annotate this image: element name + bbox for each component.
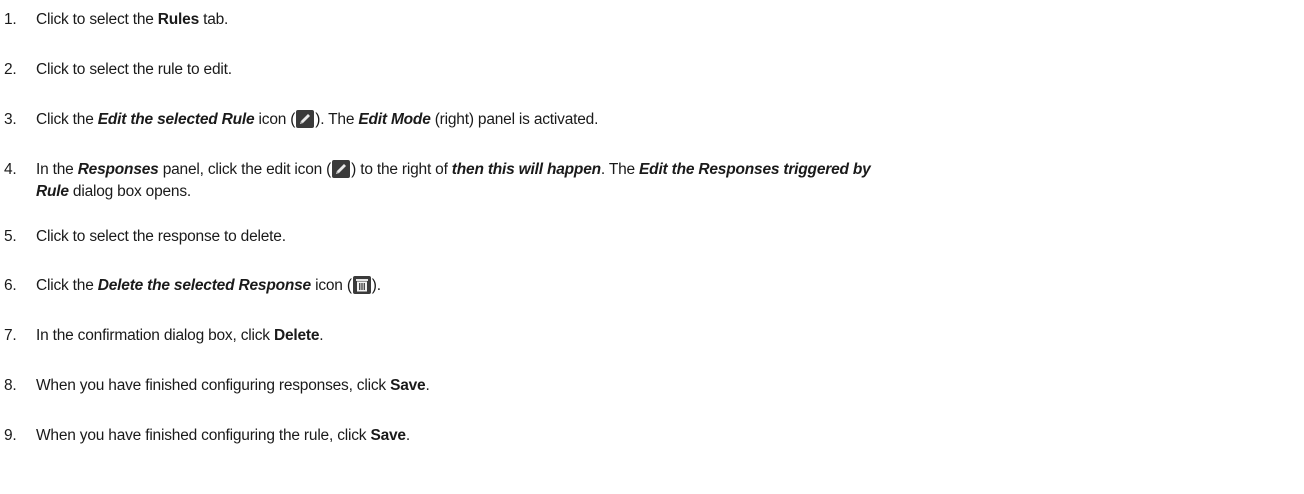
- ui-label-emphasis: Edit the selected Rule: [97, 111, 255, 128]
- step-text: Click to select the response to delete.: [36, 226, 1290, 248]
- step-text: In the confirmation dialog box, click De…: [36, 325, 1290, 347]
- step-text-fragment: panel, click the edit icon (: [158, 161, 332, 178]
- step-text-fragment: ). The: [315, 111, 359, 128]
- instruction-steps: 1. Click to select the Rules tab. 2. Click …: [0, 0, 1304, 494]
- ui-label-emphasis: Edit Mode: [358, 111, 431, 128]
- step-text-fragment: Click to select the: [36, 11, 158, 28]
- step-text-fragment: .: [425, 377, 430, 394]
- step-text: When you have finished configuring the r…: [36, 425, 1290, 447]
- step-text: In the Responses panel, click the edit i…: [36, 159, 1290, 203]
- ui-label-emphasis: Responses: [77, 161, 159, 178]
- step-text-fragment: When you have finished configuring the r…: [36, 427, 371, 444]
- step-text-fragment: . The: [600, 161, 640, 178]
- step-number: 6.: [4, 277, 17, 294]
- step-text-fragment: When you have finished configuring respo…: [36, 377, 391, 394]
- step-number: 9.: [4, 427, 17, 444]
- ui-label-bold: Save: [370, 427, 406, 444]
- step-text-fragment: dialog box opens.: [68, 183, 192, 200]
- pencil-icon: [332, 160, 351, 178]
- step-text-fragment: Click to select the response to delete.: [36, 228, 286, 245]
- step-number: 1.: [4, 11, 17, 28]
- step-text-fragment: Click the: [36, 111, 98, 128]
- step-number: 4.: [4, 161, 17, 178]
- ui-label-emphasis: Delete the selected Response: [97, 277, 311, 294]
- ui-label-bold: Save: [390, 377, 426, 394]
- step-text-fragment: ).: [371, 277, 381, 294]
- step-text-fragment: .: [319, 327, 324, 344]
- ui-label-bold: Rules: [157, 11, 199, 28]
- ui-label-emphasis: Edit the Responses triggered by: [639, 161, 871, 178]
- pencil-icon: [296, 110, 315, 128]
- step-number: 7.: [4, 327, 17, 344]
- step-number: 3.: [4, 111, 17, 128]
- ui-label-bold: Delete: [273, 327, 320, 344]
- step-text-fragment: In the confirmation dialog box, click: [36, 327, 274, 344]
- step-text-fragment: .: [405, 427, 410, 444]
- step-text-fragment: icon (: [310, 277, 352, 294]
- ui-label-emphasis: then this will happen: [451, 161, 601, 178]
- step-text-fragment: tab.: [199, 11, 229, 28]
- ui-label-emphasis: Rule: [36, 183, 69, 200]
- step-number: 2.: [4, 61, 17, 78]
- step-number: 8.: [4, 377, 17, 394]
- step-text: When you have finished configuring respo…: [36, 375, 1290, 397]
- step-text-fragment: Click to select the rule to edit.: [36, 61, 232, 78]
- step-text-fragment: In the: [36, 161, 78, 178]
- step-text: Click the Delete the selected Response i…: [36, 275, 1290, 297]
- step-text: Click to select the Rules tab.: [36, 9, 1290, 31]
- step-text-fragment: (right) panel is activated.: [430, 111, 599, 128]
- step-text-fragment: icon (: [254, 111, 296, 128]
- step-number: 5.: [4, 228, 17, 245]
- trash-icon: [352, 276, 371, 294]
- step-text: Click to select the rule to edit.: [36, 59, 1290, 81]
- step-text-fragment: ) to the right of: [351, 161, 452, 178]
- step-text-fragment: Click the: [36, 277, 98, 294]
- step-text: Click the Edit the selected Rule icon ( …: [36, 109, 1290, 131]
